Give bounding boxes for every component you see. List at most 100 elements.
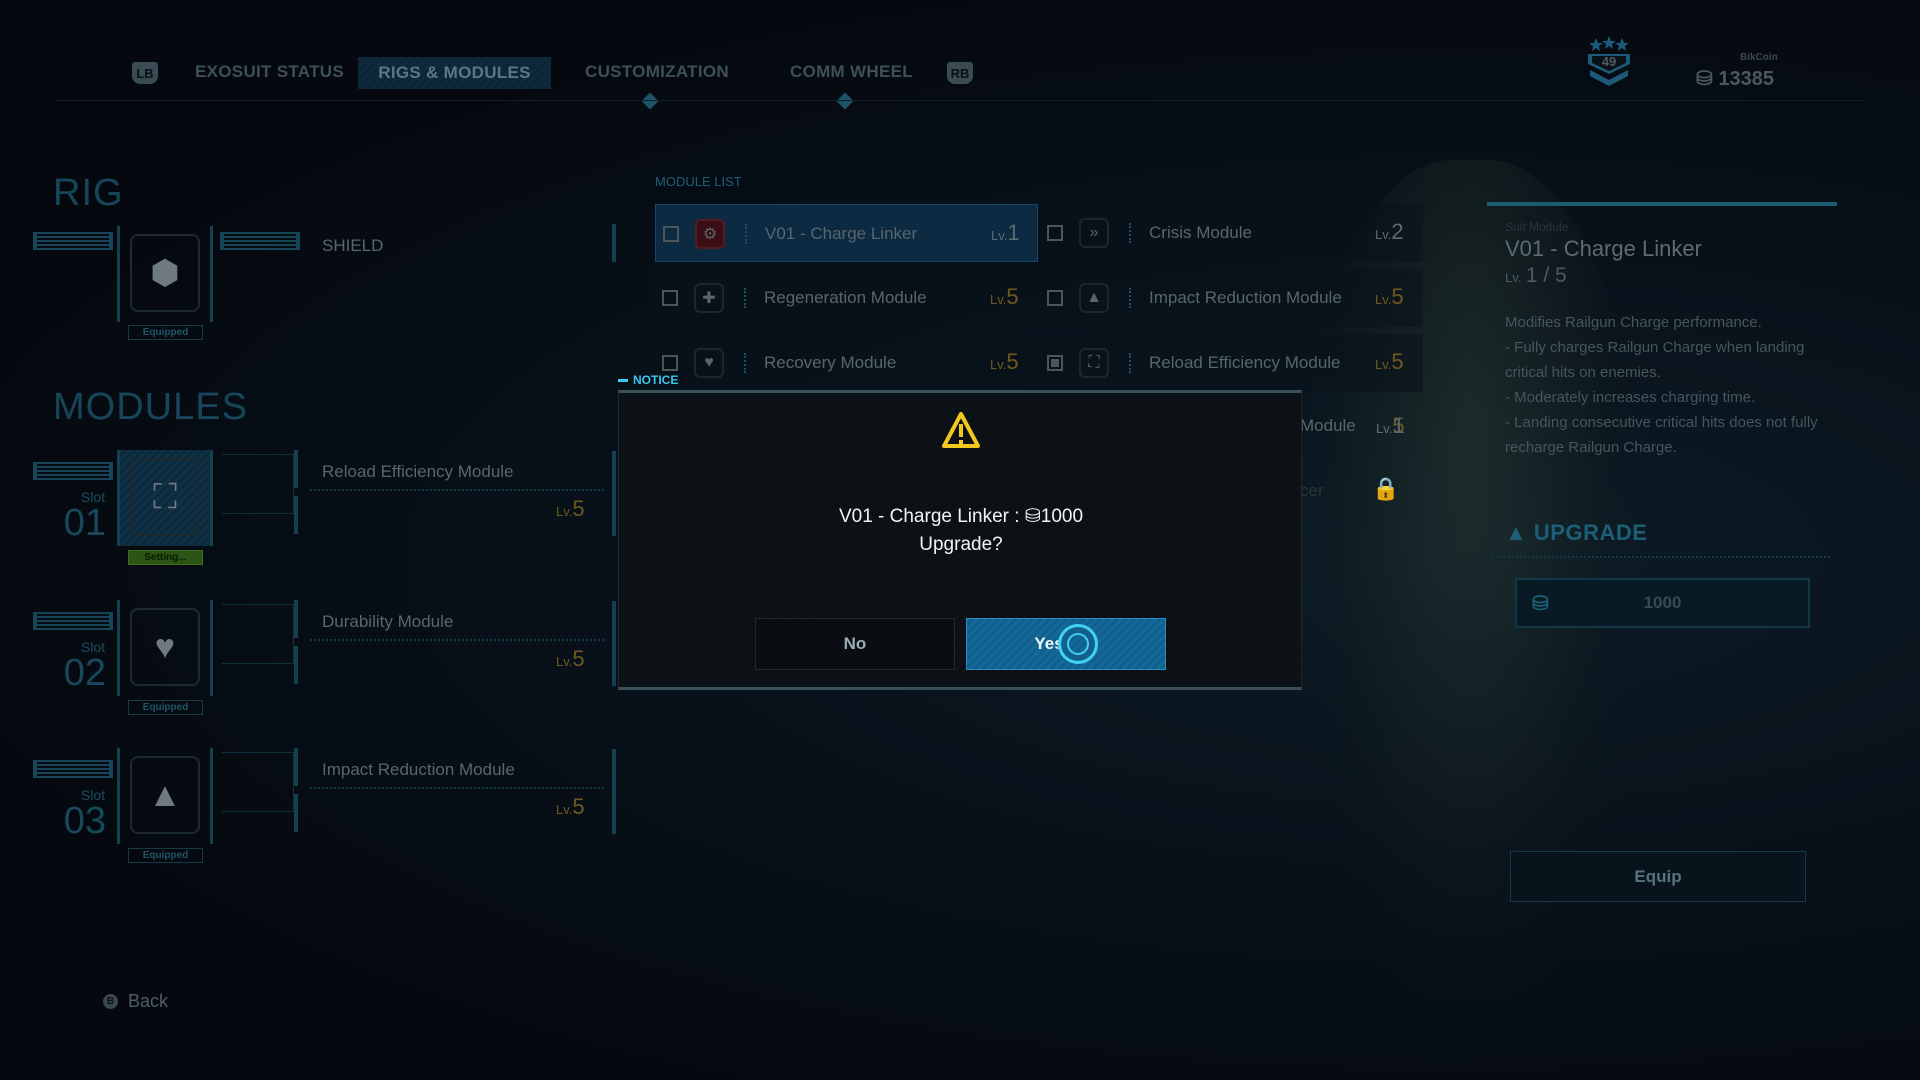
level-value: 5 — [572, 496, 585, 521]
modules-heading: MODULES — [53, 386, 248, 428]
tab-comm-wheel[interactable]: COMM WHEEL — [790, 62, 913, 82]
detail-title: V01 - Charge Linker — [1505, 236, 1702, 261]
list-item[interactable]: ♥ Recovery Module Lv.5 — [655, 334, 1038, 392]
divider — [612, 601, 616, 686]
list-item[interactable]: ⛶ Reload Efficiency Module Lv.5 — [1040, 334, 1423, 392]
warning-icon — [941, 411, 981, 454]
description-line: Modifies Railgun Charge performance. — [1505, 314, 1762, 331]
slot-module-level: Lv.5 — [556, 496, 585, 522]
circuit-decoration — [222, 604, 294, 664]
level-value: 5 — [1006, 284, 1019, 309]
divider — [294, 450, 298, 488]
level-value: 1 — [1392, 413, 1405, 438]
list-item[interactable]: » Crisis Module Lv.2 — [1040, 204, 1423, 262]
level-value: 5 — [1006, 349, 1019, 374]
no-button[interactable]: No — [755, 618, 955, 670]
slot-module-name: Impact Reduction Module — [322, 760, 515, 779]
status-badge: Setting... — [128, 550, 203, 565]
divider — [745, 224, 747, 244]
level-label: Lv. — [556, 654, 573, 669]
connector-decoration — [33, 612, 113, 630]
status-badge: Equipped — [128, 325, 203, 340]
divider — [294, 600, 298, 638]
rig-name: SHIELD — [322, 236, 384, 255]
module-level: Lv.5 — [1375, 349, 1404, 375]
list-item[interactable]: Lv.1 — [1300, 399, 1410, 457]
module-level: Lv.5 — [990, 349, 1019, 375]
checkbox[interactable] — [662, 290, 678, 306]
lb-button-icon[interactable]: LB — [132, 62, 158, 84]
yes-button[interactable]: Yes — [966, 618, 1166, 670]
checkbox[interactable] — [1047, 290, 1063, 306]
level-label: Lv. — [991, 228, 1008, 243]
rig-heading: RIG — [53, 172, 124, 214]
level-label: Lv. — [1505, 270, 1522, 285]
level-value: 5 — [572, 646, 585, 671]
tab-rigs-modules[interactable]: RIGS & MODULES — [358, 57, 551, 89]
module-slot-02[interactable]: ♥ — [117, 600, 213, 696]
slot-module-level: Lv.5 — [556, 646, 585, 672]
detail-description: Modifies Railgun Charge performance. - F… — [1505, 310, 1819, 460]
back-button[interactable]: B Back — [103, 991, 168, 1012]
description-line: - Fully charges Railgun Charge when land… — [1505, 339, 1805, 381]
rb-button-icon[interactable]: RB — [947, 62, 973, 84]
dialog-cost: 1000 — [1040, 506, 1084, 527]
dialog-item: V01 - Charge Linker : — [838, 506, 1020, 527]
module-slot-01[interactable]: ⛶ — [117, 450, 213, 546]
sprint-icon: » — [1079, 218, 1109, 248]
checkbox[interactable] — [662, 355, 678, 371]
heart-icon: ♥ — [130, 608, 200, 686]
upgrade-confirm-dialog: V01 - Charge Linker : ⛁1000 Upgrade? No … — [618, 390, 1302, 690]
tab-customization[interactable]: CUSTOMIZATION — [585, 62, 729, 82]
module-name: Regeneration Module — [764, 288, 927, 307]
circuit-decoration — [222, 752, 294, 812]
checkbox[interactable] — [1047, 225, 1063, 241]
circuit-decoration — [222, 454, 294, 514]
slot-module-name: Durability Module — [322, 612, 454, 631]
divider — [294, 794, 298, 832]
level-value: 2 — [1391, 219, 1404, 244]
b-button-icon: B — [103, 994, 118, 1009]
equip-button[interactable]: Equip — [1510, 851, 1806, 902]
module-level: Lv.5 — [990, 284, 1019, 310]
divider — [744, 353, 746, 373]
module-name: Impact Reduction Module — [1149, 288, 1342, 307]
list-item[interactable]: cer 🔒 — [1300, 464, 1410, 522]
module-detail-panel: Suit Module V01 - Charge Linker Lv. 1 / … — [1487, 202, 1837, 460]
medical-cross-icon: ✚ — [694, 283, 724, 313]
list-item[interactable]: ✚ Regeneration Module Lv.5 — [655, 269, 1038, 327]
shield-icon: ▲ — [1079, 283, 1109, 313]
module-level: Lv.1 — [991, 220, 1020, 246]
divider — [612, 224, 616, 262]
upgrade-cost-button[interactable]: ⛁ 1000 — [1515, 578, 1810, 628]
currency-display: ⛁ 13385 — [1696, 66, 1774, 91]
level-label: Lv. — [1375, 292, 1392, 307]
shield-rig-icon: ⬢ — [130, 234, 200, 312]
level-label: Lv. — [556, 802, 573, 817]
module-level: Lv.2 — [1375, 219, 1404, 245]
divider — [612, 749, 616, 834]
list-item[interactable]: ▲ Impact Reduction Module Lv.5 — [1040, 269, 1423, 327]
heart-icon: ♥ — [694, 348, 724, 378]
ammo-icon: ⛶ — [1079, 348, 1109, 378]
tab-exosuit-status[interactable]: EXOSUIT STATUS — [195, 62, 344, 82]
divider — [1129, 288, 1131, 308]
connector-decoration — [220, 232, 300, 250]
divider — [55, 100, 1865, 101]
lock-icon: 🔒 — [1372, 476, 1400, 501]
divider — [294, 496, 298, 534]
slot-module-name: Reload Efficiency Module — [322, 462, 514, 481]
description-line: - Moderately increases charging time. — [1505, 389, 1756, 406]
checkbox[interactable] — [663, 226, 679, 242]
level-label: Lv. — [1376, 421, 1393, 436]
rig-slot[interactable]: ⬢ — [117, 226, 213, 322]
level-value: 5 — [1391, 349, 1404, 374]
upgrade-label: UPGRADE — [1533, 520, 1648, 545]
list-item[interactable]: ⚙ V01 - Charge Linker Lv.1 — [655, 204, 1038, 262]
module-slot-03[interactable]: ▲ — [117, 748, 213, 844]
module-name: Recovery Module — [764, 353, 897, 372]
module-name: Crisis Module — [1149, 223, 1252, 242]
checkbox[interactable] — [1047, 355, 1063, 371]
coin-icon: ⛁ — [1696, 68, 1719, 90]
detail-category: Suit Module — [1505, 220, 1569, 234]
